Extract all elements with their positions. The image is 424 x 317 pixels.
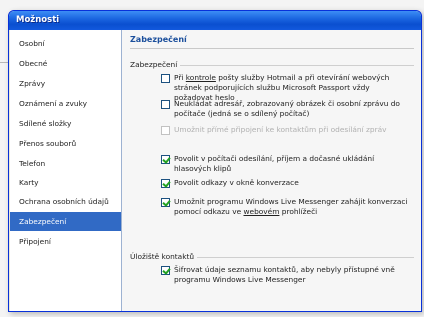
- options-sidebar: Osobní Obecné Zprávy Oznámení a zvuky Sd…: [10, 30, 122, 311]
- sidebar-item-personal[interactable]: Osobní: [10, 34, 121, 53]
- require-password-checkbox[interactable]: [161, 74, 170, 83]
- links-in-conversation-label: Povolit odkazy v okně konverzace: [174, 178, 299, 187]
- voice-clips-label: Povolit v počítači odesílání, příjem a d…: [174, 154, 375, 173]
- dont-save-data-checkbox[interactable]: [161, 100, 170, 109]
- sidebar-item-connection[interactable]: Připojení: [10, 232, 121, 251]
- options-dialog: Možnosti Osobní Obecné Zprávy Oznámení a…: [8, 10, 422, 312]
- window-title: Možnosti: [16, 15, 60, 25]
- voice-clips-checkbox[interactable]: [161, 155, 170, 164]
- sidebar-item-sharing-folders[interactable]: Sdílené složky: [10, 114, 121, 133]
- title-divider: [130, 48, 414, 49]
- sidebar-item-alerts-sounds[interactable]: Oznámení a zvuky: [10, 94, 121, 113]
- direct-connection-checkbox: [161, 126, 170, 135]
- sidebar-item-file-transfer[interactable]: Přenos souborů: [10, 134, 121, 153]
- encrypt-contacts-label: Šifrovat údaje seznamu kontaktů, aby neb…: [174, 265, 395, 284]
- sidebar-item-messages[interactable]: Zprávy: [10, 74, 121, 93]
- page-title: Zabezpečení: [130, 35, 187, 44]
- require-password-label-start: Při: [174, 73, 186, 82]
- title-bar[interactable]: Možnosti: [9, 11, 421, 30]
- require-password-label-underlined: kontrole: [185, 73, 216, 82]
- sidebar-item-phone[interactable]: Telefon: [10, 154, 121, 173]
- security-group-label: Zabezpečení: [130, 60, 181, 69]
- start-from-browser-label-end: prohlížeči: [279, 207, 318, 216]
- dont-save-data-label: Neukládat adresář, zobrazovaný obrázek č…: [174, 99, 400, 118]
- links-in-conversation-checkbox[interactable]: [161, 179, 170, 188]
- sidebar-item-privacy[interactable]: Ochrana osobních údajů: [10, 192, 121, 211]
- start-from-browser-checkbox[interactable]: [161, 198, 170, 207]
- sidebar-item-general[interactable]: Obecné: [10, 54, 121, 73]
- direct-connection-label: Umožnit přímé připojení ke kontaktům při…: [174, 125, 387, 134]
- security-panel: Zabezpečení Zabezpečení Při kontrole poš…: [122, 30, 421, 311]
- encrypt-contacts-checkbox[interactable]: [161, 266, 170, 275]
- start-from-browser-label-underlined: webovém: [243, 207, 280, 216]
- sidebar-item-tabs[interactable]: Karty: [10, 173, 121, 192]
- contacts-group-label: Úložiště kontaktů: [130, 252, 198, 261]
- start-from-browser-label: Umožnit programu Windows Live Messenger …: [174, 197, 410, 217]
- sidebar-item-security[interactable]: Zabezpečení: [10, 212, 121, 231]
